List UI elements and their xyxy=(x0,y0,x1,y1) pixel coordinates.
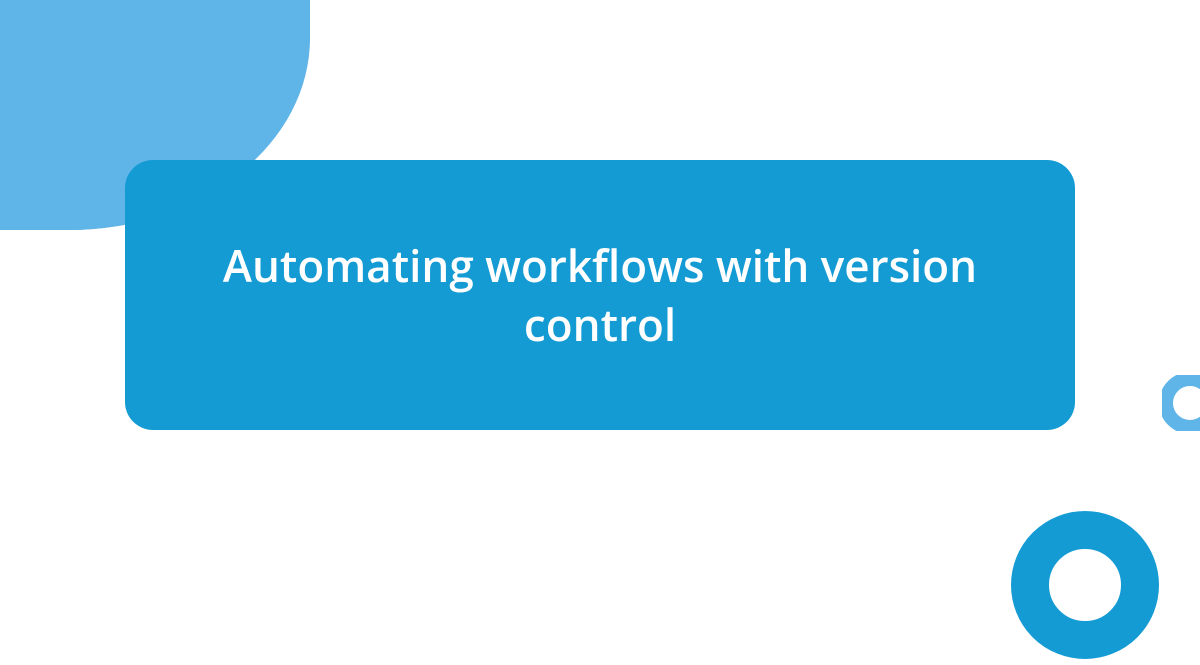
decorative-ring-small-icon xyxy=(1162,375,1200,431)
decorative-ring-large-icon xyxy=(1010,510,1160,660)
card-title: Automating workflows with version contro… xyxy=(185,236,1015,355)
title-card: Automating workflows with version contro… xyxy=(125,160,1075,430)
